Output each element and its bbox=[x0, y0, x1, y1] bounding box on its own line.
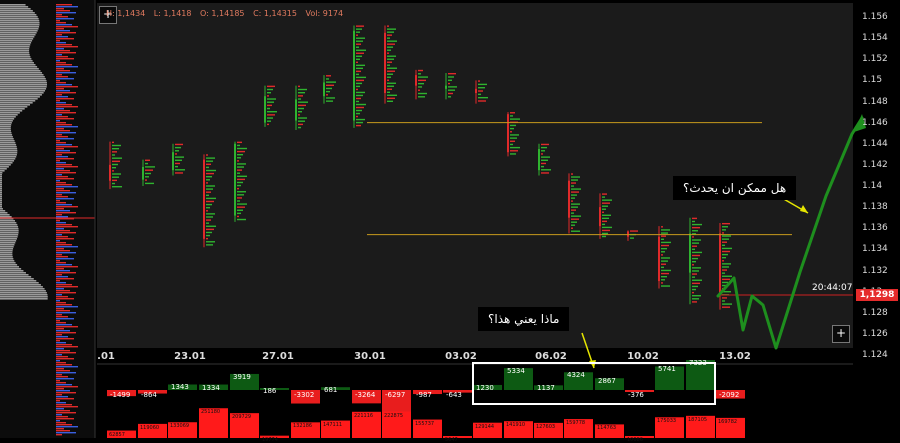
price-tick-label: 1.144 bbox=[862, 138, 888, 149]
time-tick-label: .01 bbox=[97, 351, 115, 362]
volume-value-label: 159778 bbox=[566, 420, 586, 427]
delta-value-label: -3302 bbox=[294, 391, 315, 399]
volume-value-label: 251180 bbox=[201, 409, 221, 416]
time-tick-label: 30.01 bbox=[354, 351, 386, 362]
volume-value-label: 62857 bbox=[109, 431, 125, 438]
time-tick-label: 13.02 bbox=[719, 351, 751, 362]
delta-value-label: -987 bbox=[416, 391, 432, 399]
delta-value-label: 4324 bbox=[567, 371, 585, 380]
candle-countdown: 20:44:07 bbox=[812, 283, 853, 293]
price-tick-label: 1.152 bbox=[862, 54, 888, 65]
volume-value-label: 221116 bbox=[354, 412, 374, 419]
current-price-badge: 1,1298 bbox=[856, 289, 898, 301]
delta-value-label: -3264 bbox=[355, 391, 376, 399]
delta-value-label: 1343 bbox=[171, 383, 189, 392]
volume-value-label: 127603 bbox=[536, 423, 556, 430]
volume-value-label: 169782 bbox=[718, 418, 738, 425]
delta-value-label: 681 bbox=[324, 386, 338, 395]
delta-value-label: 186 bbox=[263, 387, 277, 395]
price-tick-label: 1.128 bbox=[862, 307, 888, 318]
price-tick-label: 1.142 bbox=[862, 159, 888, 170]
delta-value-label: 7323 bbox=[689, 359, 707, 367]
ohlc-high: H: 1,1434 bbox=[106, 9, 146, 18]
ohlc-close: C: 1,14315 bbox=[253, 9, 297, 18]
add-indicator-button-bottom[interactable]: + bbox=[832, 325, 850, 343]
price-tick-label: 1.154 bbox=[862, 33, 888, 44]
price-tick-label: 1.126 bbox=[862, 328, 888, 339]
callout-question-2: ماذا يعني هذا؟ bbox=[478, 307, 570, 331]
trading-chart-window: + + H: 1,1434 L: 1,1418 O: 1,14185 C: 1,… bbox=[0, 0, 900, 443]
volume-value-label: 132186 bbox=[293, 423, 313, 430]
volume-value-label: 141910 bbox=[506, 422, 526, 429]
volume-value-label: 155737 bbox=[415, 420, 435, 427]
price-tick-label: 1.148 bbox=[862, 96, 888, 107]
volume-value-label: 187105 bbox=[688, 416, 708, 423]
price-tick-label: 1.124 bbox=[862, 350, 888, 360]
price-tick-label: 1.146 bbox=[862, 117, 888, 128]
delta-value-label: -376 bbox=[628, 391, 644, 399]
volume-value-label: 119060 bbox=[140, 424, 160, 431]
price-tick-label: 1.138 bbox=[862, 202, 888, 213]
volume-value-label: 114763 bbox=[597, 425, 617, 432]
time-tick-label: 10.02 bbox=[627, 351, 659, 362]
price-tick-label: 1.156 bbox=[862, 12, 888, 22]
price-tick-label: 1.136 bbox=[862, 223, 888, 234]
volume-value-label: 147111 bbox=[323, 421, 343, 428]
delta-value-label: 1334 bbox=[202, 383, 220, 392]
volume-value-label: 129144 bbox=[475, 423, 495, 430]
delta-value-label: -643 bbox=[446, 391, 462, 399]
delta-value-label: -2092 bbox=[719, 391, 740, 399]
volume-value-label: 209729 bbox=[232, 414, 252, 421]
price-tick-label: 1.14 bbox=[862, 181, 883, 191]
price-tick-label: 1.134 bbox=[862, 244, 888, 255]
delta-value-label: -1499 bbox=[110, 391, 131, 399]
price-tick-label: 1.132 bbox=[862, 265, 888, 276]
volume-value-label: 222875 bbox=[384, 412, 404, 419]
volume-profile-panel bbox=[0, 0, 95, 438]
time-tick-label: 23.01 bbox=[174, 351, 206, 362]
delta-value-label: 5741 bbox=[658, 365, 676, 374]
delta-value-label: 1230 bbox=[476, 383, 494, 392]
chart-canvas[interactable] bbox=[0, 0, 900, 438]
delta-value-label: 5334 bbox=[507, 367, 525, 376]
time-tick-label: 06.02 bbox=[535, 351, 567, 362]
delta-value-label: 1137 bbox=[537, 384, 555, 393]
delta-value-label: 3919 bbox=[233, 372, 251, 381]
volume-value-label: 133069 bbox=[170, 423, 190, 430]
time-tick-label: 03.02 bbox=[445, 351, 477, 362]
delta-value-label: -864 bbox=[141, 391, 157, 399]
volume-value-label: 175033 bbox=[657, 418, 677, 425]
delta-value-label: 2867 bbox=[598, 377, 616, 386]
time-tick-label: 27.01 bbox=[262, 351, 294, 362]
price-tick-label: 1.15 bbox=[862, 75, 883, 86]
ohlc-readout: H: 1,1434 L: 1,1418 O: 1,14185 C: 1,1431… bbox=[106, 9, 349, 18]
callout-question-1: هل ممكن ان يحدث؟ bbox=[673, 176, 797, 200]
delta-value-label: -6297 bbox=[385, 391, 406, 399]
ohlc-open: O: 1,14185 bbox=[200, 9, 245, 18]
ohlc-volume: Vol: 9174 bbox=[305, 9, 344, 18]
ohlc-low: L: 1,1418 bbox=[153, 9, 192, 18]
